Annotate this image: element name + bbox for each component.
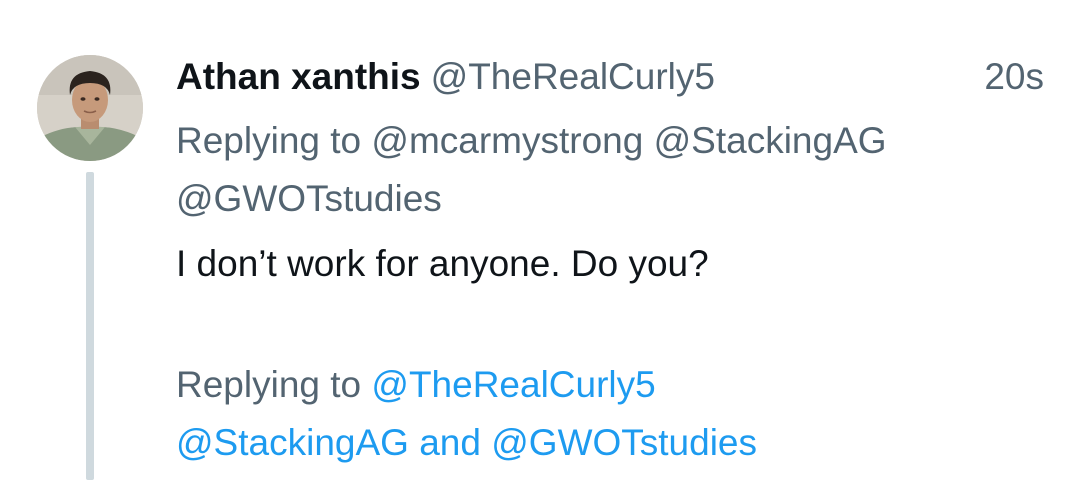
tweet-text: I don’t work for anyone. Do you?	[176, 243, 709, 284]
reply-mention[interactable]: @mcarmystrong	[371, 120, 643, 161]
tweet[interactable]: Athan xanthis @TheRealCurly5 20s Replying…	[0, 0, 1073, 480]
reply-prefix: Replying to	[176, 364, 362, 405]
thread-line	[86, 172, 94, 480]
avatar-image	[37, 55, 143, 161]
author-display-name[interactable]: Athan xanthis	[176, 56, 421, 97]
reply-mention-link[interactable]: @StackingAG	[176, 422, 409, 463]
timestamp[interactable]: 20s	[984, 52, 1044, 102]
reply-mention[interactable]: @StackingAG	[654, 120, 887, 161]
reply-context: Replying to @mcarmystrong @StackingAG @G…	[176, 112, 1053, 228]
author-handle[interactable]: @TheRealCurly5	[431, 56, 715, 97]
reply-mention-link[interactable]: @TheRealCurly5	[371, 364, 655, 405]
reply-context-secondary: Replying to @TheRealCurly5 @StackingAG a…	[176, 356, 757, 472]
reply-mention-link[interactable]: @GWOTstudies	[491, 422, 757, 463]
tweet-header: Athan xanthis @TheRealCurly5 20s	[176, 52, 1053, 102]
tweet-content: Athan xanthis @TheRealCurly5 20s Replying…	[176, 52, 1053, 293]
reply-mention[interactable]: @GWOTstudies	[176, 178, 442, 219]
reply-conjunction[interactable]: and	[419, 422, 481, 463]
reply-prefix: Replying to	[176, 120, 362, 161]
avatar[interactable]	[37, 55, 143, 161]
